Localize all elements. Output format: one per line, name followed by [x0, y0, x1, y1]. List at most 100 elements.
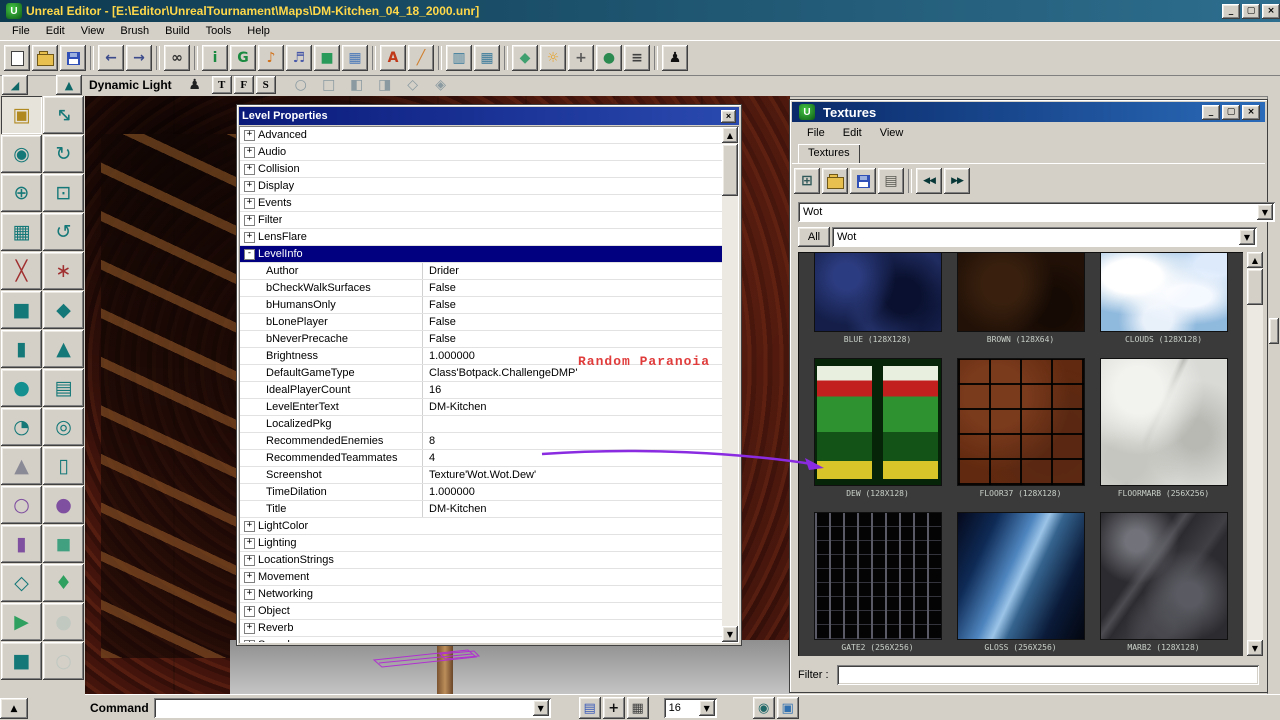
property-row[interactable]: Author Drider	[240, 263, 722, 280]
property-row[interactable]: + Object	[240, 603, 722, 620]
filter-input[interactable]	[837, 665, 1259, 685]
sheet2-brush-icon[interactable]: ▯	[43, 447, 84, 485]
scroll-down-icon[interactable]: ▼	[722, 626, 738, 642]
package-select[interactable]: Wot ▼	[798, 202, 1275, 222]
redo-icon[interactable]: →	[126, 45, 152, 71]
texture-tile[interactable]: BROWN (128X64)	[958, 252, 1084, 344]
arrow-tool-icon[interactable]: ▶	[1, 603, 42, 641]
dynamic-light-actor-icon[interactable]: ♟	[182, 72, 208, 98]
properties-icon[interactable]: ▤	[878, 168, 904, 194]
expander-icon[interactable]: +	[244, 538, 255, 549]
menu-tools[interactable]: Tools	[198, 23, 240, 39]
expander-icon[interactable]: +	[244, 572, 255, 583]
texture-tile[interactable]: FLOORMARB (256X256)	[1101, 358, 1227, 498]
box-brush-icon[interactable]: ■	[1, 642, 42, 680]
texture-tile[interactable]: GLOSS (256X256)	[958, 512, 1084, 652]
texture-thumbnail[interactable]	[1100, 252, 1228, 332]
vertex-edit-icon[interactable]: ∗	[43, 252, 84, 290]
property-value[interactable]: 1.000000	[422, 484, 722, 500]
cube-mode-icon[interactable]: □	[316, 72, 342, 98]
dialog-title-bar[interactable]: Level Properties ×	[239, 107, 739, 125]
chevron-down-icon[interactable]: ▼	[699, 700, 715, 716]
property-value[interactable]: 8	[422, 433, 722, 449]
property-row[interactable]: LocalizedPkg	[240, 416, 722, 433]
expander-icon[interactable]: +	[244, 164, 255, 175]
grid-size-select[interactable]: 16 ▼	[664, 698, 717, 718]
open-package-icon[interactable]	[822, 168, 848, 194]
property-value[interactable]: DM-Kitchen	[422, 501, 722, 517]
cone-brush-icon[interactable]: ▲	[43, 330, 84, 368]
property-row[interactable]: + Events	[240, 195, 722, 212]
cone-mode-icon[interactable]: ◇	[400, 72, 426, 98]
menu-brush[interactable]: Brush	[112, 23, 157, 39]
undo-icon[interactable]: ←	[98, 45, 124, 71]
sidebar-pan-icon[interactable]: ◢	[2, 75, 28, 95]
menu-file[interactable]: File	[798, 125, 834, 141]
menu-help[interactable]: Help	[239, 23, 278, 39]
sheet-mode-icon[interactable]: ◧	[344, 72, 370, 98]
property-value[interactable]: DM-Kitchen	[422, 399, 722, 415]
music-browser-icon[interactable]: ♪	[258, 45, 284, 71]
expander-icon[interactable]: +	[244, 147, 255, 158]
property-row[interactable]: + Movement	[240, 569, 722, 586]
property-row[interactable]: + Lighting	[240, 535, 722, 552]
property-row[interactable]: bCheckWalkSurfaces False	[240, 280, 722, 297]
actor-scale-icon[interactable]: ⊡	[43, 174, 84, 212]
expander-icon[interactable]: -	[244, 249, 255, 260]
group-browser-icon[interactable]: G	[230, 45, 256, 71]
prefab-browser-icon[interactable]: ╱	[408, 45, 434, 71]
property-value[interactable]: Drider	[422, 263, 722, 279]
maximize-button[interactable]: ▢	[1242, 4, 1260, 19]
property-row[interactable]: - LevelInfo	[240, 246, 722, 263]
maximize-button[interactable]: ▢	[1222, 105, 1240, 120]
actor-info-icon[interactable]: i	[202, 45, 228, 71]
minimize-button[interactable]: _	[1202, 105, 1220, 120]
actor-rotate-icon[interactable]: ↻	[43, 135, 84, 173]
property-row[interactable]: + Filter	[240, 212, 722, 229]
scroll-up-icon[interactable]: ▲	[722, 127, 738, 143]
property-value[interactable]: Texture'Wot.Wot.Dew'	[422, 467, 722, 483]
texture-mode-button[interactable]: T	[212, 76, 232, 94]
property-row[interactable]: LevelEnterText DM-Kitchen	[240, 399, 722, 416]
texture-tile[interactable]: FLOOR37 (128X128)	[958, 358, 1084, 498]
chevron-down-icon[interactable]: ▼	[1239, 229, 1255, 245]
property-row[interactable]: RecommendedTeammates 4	[240, 450, 722, 467]
property-value[interactable]: 16	[422, 382, 722, 398]
camera-mode-icon[interactable]: ○	[288, 72, 314, 98]
texture-browser-icon[interactable]: ■	[314, 45, 340, 71]
save-map-icon[interactable]	[60, 45, 86, 71]
texture-tile[interactable]: MARB2 (128X128)	[1101, 512, 1227, 652]
sheet-brush-icon[interactable]: ◆	[43, 291, 84, 329]
sidebar-scroll-bottom-icon[interactable]: ▲	[0, 698, 28, 719]
property-row[interactable]: Screenshot Texture'Wot.Wot.Dew'	[240, 467, 722, 484]
menu-file[interactable]: File	[4, 23, 38, 39]
brush-clip-icon[interactable]: ╳	[1, 252, 42, 290]
menu-build[interactable]: Build	[157, 23, 197, 39]
terrain-brush-icon[interactable]: ▲	[1, 447, 42, 485]
cube-brush-icon[interactable]: ■	[1, 291, 42, 329]
property-value[interactable]: False	[422, 280, 722, 296]
expander-icon[interactable]: +	[244, 130, 255, 141]
texture-thumbnail[interactable]	[1100, 512, 1228, 640]
texture-thumbnail[interactable]	[814, 512, 942, 640]
search-icon[interactable]: ∞	[164, 45, 190, 71]
property-row[interactable]: + Collision	[240, 161, 722, 178]
property-row[interactable]: + Advanced	[240, 127, 722, 144]
build-options-icon[interactable]: ≡	[624, 45, 650, 71]
texture-lock-icon[interactable]: ▣	[1, 96, 42, 134]
property-row[interactable]: bNeverPrecache False	[240, 331, 722, 348]
dock-browser-icon[interactable]: ⊞	[794, 168, 820, 194]
save-package-icon[interactable]	[850, 168, 876, 194]
build-all-icon[interactable]: ●	[596, 45, 622, 71]
property-row[interactable]: + LocationStrings	[240, 552, 722, 569]
property-row[interactable]: bLonePlayer False	[240, 314, 722, 331]
close-button[interactable]: ×	[1242, 105, 1260, 120]
command-input[interactable]: ▼	[154, 698, 551, 718]
expander-icon[interactable]: +	[244, 521, 255, 532]
build-paths-icon[interactable]: +	[568, 45, 594, 71]
menu-view[interactable]: View	[73, 23, 113, 39]
ring-brush-icon[interactable]: ○	[43, 642, 84, 680]
expander-icon[interactable]: +	[244, 232, 255, 243]
next-group-icon[interactable]: ▶▶	[944, 168, 970, 194]
pan-view-icon[interactable]: ↔	[43, 96, 84, 134]
